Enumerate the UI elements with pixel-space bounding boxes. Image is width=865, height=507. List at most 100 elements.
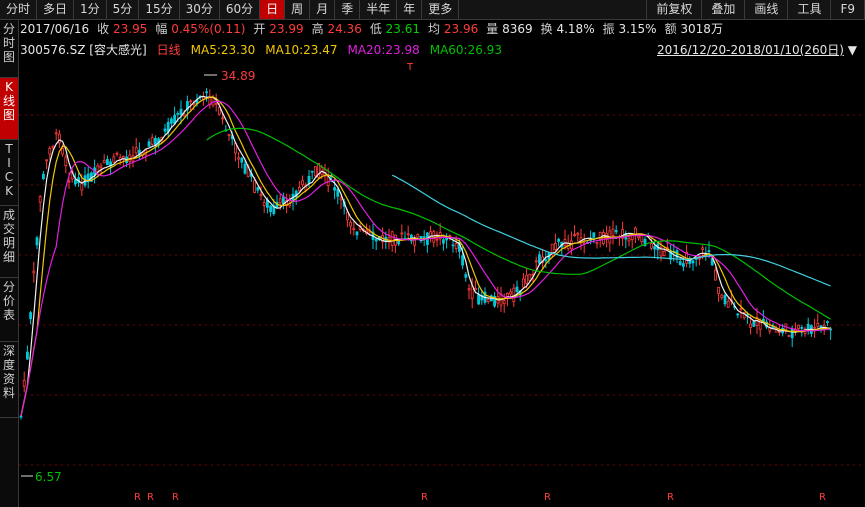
candle-body (214, 102, 218, 105)
side-tab-5[interactable]: 深 度 资 料 (0, 342, 18, 418)
side-tab-label: 分 时 图 (2, 22, 15, 64)
candle-body (521, 278, 525, 288)
r-marker: R (819, 492, 826, 503)
r-marker: R (172, 492, 179, 503)
candle-body (653, 246, 656, 250)
tool-tab-3[interactable]: 工具 (788, 0, 832, 19)
period-tab-13[interactable]: 更多 (422, 0, 460, 19)
ma-legend: 300576.SZ [容大感光] 日线 MA5:23.30 MA10:23.47… (20, 41, 502, 59)
period-tab-6[interactable]: 60分 (220, 0, 261, 19)
side-tab-label: 深 度 资 料 (2, 344, 15, 400)
candle-body (169, 118, 173, 124)
period-tab-2[interactable]: 1分 (74, 0, 107, 19)
candle-body (595, 242, 599, 245)
t-marker: T (406, 62, 414, 73)
candle-body (627, 238, 631, 242)
candle-body (134, 147, 138, 154)
candle-body (486, 299, 490, 302)
period-tab-3[interactable]: 5分 (107, 0, 140, 19)
candle-body (67, 180, 71, 183)
candle-body (99, 165, 103, 169)
candle-body (477, 294, 481, 305)
candle-body (256, 187, 260, 191)
candle-body (611, 228, 615, 236)
candle-body (19, 415, 23, 418)
volume-value: 8369 (502, 22, 533, 36)
candle-body (29, 312, 33, 320)
side-tab-0[interactable]: 分 时 图 (0, 20, 18, 78)
candle-body (441, 239, 445, 244)
candle-body (307, 175, 311, 184)
candle-body (176, 113, 180, 115)
side-tab-4[interactable]: 分 价 表 (0, 278, 18, 342)
ma60-line (206, 127, 831, 320)
candle-body (352, 227, 356, 230)
period-tab-8[interactable]: 周 (285, 0, 311, 19)
candle-body (637, 235, 640, 239)
candle-body (538, 254, 541, 264)
change-value: 0.45%(0.11) (171, 22, 246, 36)
candle-body (221, 117, 225, 120)
candle-body (336, 188, 340, 197)
side-tab-2[interactable]: T I C K (0, 140, 18, 206)
candle-body (662, 251, 666, 256)
tool-tab-0[interactable]: 前复权 (647, 0, 703, 19)
candle-body (509, 291, 513, 295)
candle-body (515, 286, 519, 293)
period-tab-10[interactable]: 季 (335, 0, 361, 19)
candle-body (301, 180, 305, 186)
candle-body (464, 274, 468, 278)
r-marker: R (667, 492, 674, 503)
candle-body (467, 288, 471, 291)
candle-body (826, 321, 829, 323)
candle-body (278, 198, 282, 204)
candle-body (701, 247, 704, 250)
toolbar-spacer (577, 0, 648, 19)
ma60-label: MA60:26.93 (429, 43, 502, 57)
candle-body (269, 205, 273, 213)
candle-body (752, 321, 756, 327)
candle-body (349, 222, 353, 227)
side-tab-1[interactable]: K 线 图 (0, 78, 18, 140)
candle-body (262, 202, 266, 207)
high-annotation: 34.89 (221, 69, 255, 83)
candle-body (106, 159, 109, 166)
side-tab-3[interactable]: 成 交 明 细 (0, 206, 18, 278)
candle-body (22, 379, 26, 387)
candle-body (406, 233, 410, 236)
period-tab-1[interactable]: 多日 (37, 0, 75, 19)
candle-body (614, 230, 618, 233)
kline-chart[interactable]: 34.896.57TR R R R R R R (19, 60, 865, 507)
candle-body (253, 180, 257, 193)
tool-tab-2[interactable]: 画线 (745, 0, 789, 19)
amplitude-value: 3.15% (618, 22, 657, 36)
period-tab-0[interactable]: 分时 (0, 0, 38, 19)
amplitude-label: 振 (602, 22, 615, 36)
period-tab-12[interactable]: 年 (397, 0, 423, 19)
candle-body (451, 244, 455, 247)
candle-body (544, 259, 548, 262)
candle-body (739, 308, 743, 310)
avg-value: 23.96 (443, 22, 479, 36)
candle-body (390, 231, 394, 246)
period-tab-7[interactable]: 日 (260, 0, 286, 19)
candle-body (726, 300, 730, 308)
candle-body (32, 270, 36, 274)
period-tab-4[interactable]: 15分 (139, 0, 180, 19)
side-tab-label: 分 价 表 (2, 280, 15, 322)
period-tab-5[interactable]: 30分 (180, 0, 220, 19)
candle-body (54, 132, 58, 135)
date-range-selector[interactable]: 2016/12/20-2018/01/10(260日) ▼ (657, 41, 857, 59)
candle-body (45, 159, 49, 162)
ma20-label: MA20:23.98 (347, 43, 420, 57)
candle-body (310, 170, 314, 173)
period-tab-9[interactable]: 月 (310, 0, 336, 19)
period-tab-11[interactable]: 半年 (360, 0, 398, 19)
tool-tab-4[interactable]: F9 (831, 0, 865, 19)
candle-body (205, 91, 209, 94)
candle-body (26, 351, 29, 360)
candle-body (313, 166, 317, 177)
candle-body (38, 196, 42, 203)
quote-info-line: 2017/06/16 收 23.95 幅 0.45%(0.11) 开 23.99… (20, 20, 723, 38)
tool-tab-1[interactable]: 叠加 (702, 0, 746, 19)
